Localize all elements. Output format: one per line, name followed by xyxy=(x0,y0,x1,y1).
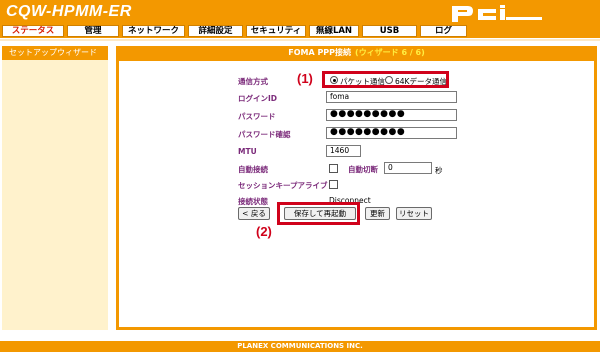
main-panel: FOMA PPP接続 (ウィザード 6 / 6) 通信方式 パケット通信 64Kデ… xyxy=(116,46,597,330)
login-id-label: ログインID xyxy=(238,94,278,103)
header-bar: CQW-HPMM-ER xyxy=(0,0,600,25)
main-nav: ステータス 管理 ネットワーク 詳細設定 セキュリティ 無線LAN USB ログ xyxy=(0,25,600,38)
annotation-box-1 xyxy=(322,71,449,88)
session-keepalive-label: セッションキープアライブ xyxy=(238,181,328,190)
sidebar-item-setup-wizard[interactable]: セットアップウィザード xyxy=(2,46,108,60)
password-label: パスワード xyxy=(238,112,276,121)
auto-disconnect-label: 自動切断 xyxy=(348,165,378,174)
panel-title: FOMA PPP接続 xyxy=(288,48,352,57)
back-button[interactable]: < 戻る xyxy=(238,207,270,220)
password-input[interactable]: ●●●●●●●●● xyxy=(326,109,457,121)
tab-wireless-lan[interactable]: 無線LAN xyxy=(309,25,359,37)
comm-method-label: 通信方式 xyxy=(238,77,268,86)
pci-logo xyxy=(452,5,542,22)
tab-management[interactable]: 管理 xyxy=(67,25,119,37)
login-id-input[interactable]: foma xyxy=(326,91,457,103)
brand-title: CQW-HPMM-ER xyxy=(6,3,132,20)
auto-connect-label: 自動接続 xyxy=(238,165,268,174)
auto-disconnect-unit: 秒 xyxy=(435,166,443,175)
nav-separator xyxy=(0,39,600,41)
tab-advanced[interactable]: 詳細設定 xyxy=(188,25,243,37)
refresh-button[interactable]: 更新 xyxy=(365,207,390,220)
mtu-input[interactable]: 1460 xyxy=(326,145,361,157)
footer: PLANEX COMMUNICATIONS INC. xyxy=(0,341,600,352)
tab-security[interactable]: セキュリティ xyxy=(246,25,306,37)
annotation-label-1: (1) xyxy=(297,71,313,86)
mtu-label: MTU xyxy=(238,147,257,156)
panel-title-bar: FOMA PPP接続 (ウィザード 6 / 6) xyxy=(116,46,597,60)
auto-connect-checkbox[interactable] xyxy=(329,164,338,173)
tab-log[interactable]: ログ xyxy=(420,25,467,37)
annotation-box-2 xyxy=(277,202,360,225)
password-confirm-label: パスワード確認 xyxy=(238,130,291,139)
wizard-step: (ウィザード 6 / 6) xyxy=(355,48,425,57)
tab-network[interactable]: ネットワーク xyxy=(122,25,185,37)
tab-status[interactable]: ステータス xyxy=(2,25,64,37)
annotation-label-2: (2) xyxy=(256,224,272,239)
reset-button[interactable]: リセット xyxy=(396,207,432,220)
tab-usb[interactable]: USB xyxy=(362,25,417,37)
conn-status-label: 接続状態 xyxy=(238,197,268,206)
form-area: 通信方式 パケット通信 64Kデータ通信 ログインID foma パスワード ●… xyxy=(119,61,594,327)
password-confirm-input[interactable]: ●●●●●●●●● xyxy=(326,127,457,139)
auto-disconnect-input[interactable]: 0 xyxy=(384,162,432,174)
session-keepalive-checkbox[interactable] xyxy=(329,180,338,189)
sidebar: セットアップウィザード xyxy=(2,46,108,330)
